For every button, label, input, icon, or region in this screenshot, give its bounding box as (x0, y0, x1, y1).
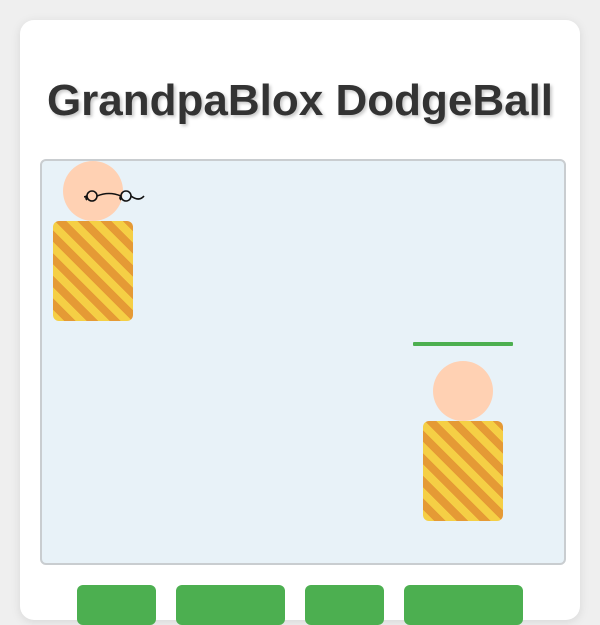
grandpa-head (63, 161, 145, 221)
control-button-1[interactable] (77, 585, 156, 625)
grandpa-body (53, 221, 133, 321)
control-button-3[interactable] (305, 585, 384, 625)
game-arena[interactable] (40, 159, 566, 565)
control-button-2[interactable] (176, 585, 285, 625)
game-title: GrandpaBlox DodgeBall (46, 76, 554, 125)
opponent-health-bar (413, 342, 513, 346)
control-button-4[interactable] (404, 585, 523, 625)
opponent-head (433, 361, 493, 421)
glasses-icon (84, 190, 145, 202)
opponent-body (423, 421, 503, 521)
